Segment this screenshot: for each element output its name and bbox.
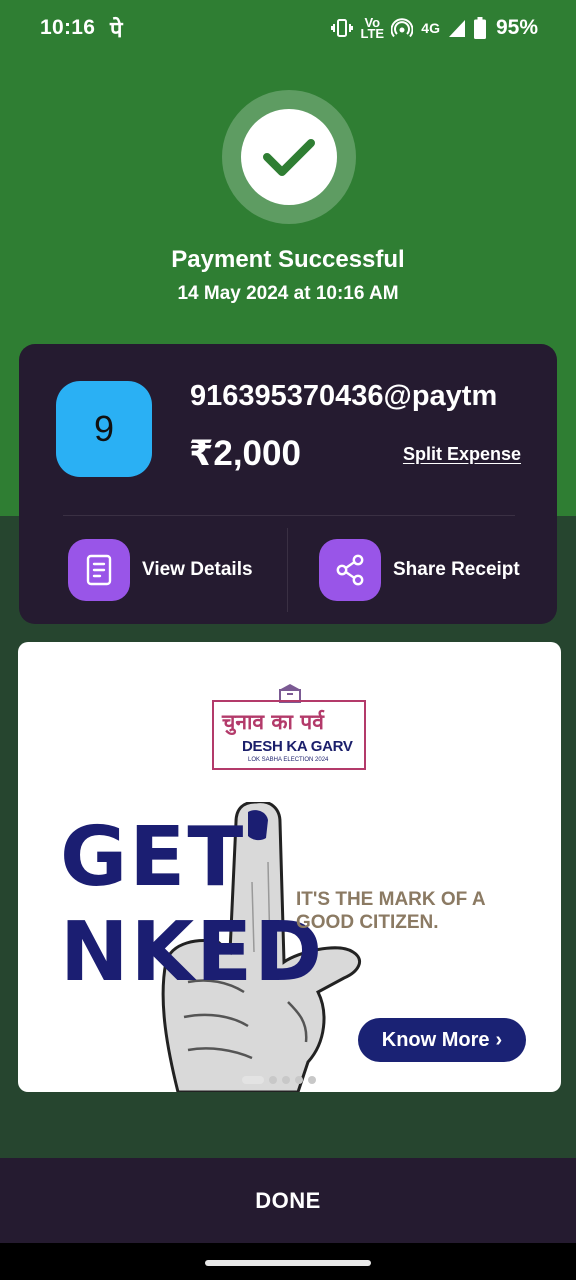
carousel-indicator bbox=[242, 1076, 316, 1084]
signal-icon bbox=[448, 18, 466, 38]
chevron-right-icon: › bbox=[495, 1028, 503, 1051]
tagline-line-1: IT'S THE MARK OF A bbox=[296, 889, 486, 910]
payment-status-title: Payment Successful bbox=[171, 246, 405, 273]
carousel-dot[interactable] bbox=[308, 1076, 316, 1084]
share-receipt-button[interactable]: Share Receipt bbox=[319, 539, 520, 601]
payment-amount: ₹2,000 bbox=[189, 434, 301, 473]
network-type: 4G bbox=[421, 19, 440, 36]
election-logo: चुनाव का पर्व DESH KA GARV LOK SABHA ELE… bbox=[212, 700, 366, 770]
home-handle[interactable] bbox=[205, 1260, 371, 1266]
banner-tagline: IT'S THE MARK OF A GOOD CITIZEN. bbox=[296, 888, 516, 934]
vibrate-icon bbox=[331, 18, 354, 38]
hotspot-icon bbox=[391, 18, 414, 38]
done-label: DONE bbox=[255, 1187, 321, 1213]
logo-english-text: DESH KA GARV bbox=[242, 738, 353, 755]
payment-datetime: 14 May 2024 at 10:16 AM bbox=[177, 283, 399, 304]
know-more-button[interactable]: Know More › bbox=[358, 1018, 526, 1062]
promo-banner[interactable]: चुनाव का पर्व DESH KA GARV LOK SABHA ELE… bbox=[18, 642, 561, 1092]
card-vertical-divider bbox=[287, 528, 288, 612]
payee-avatar: 9 bbox=[56, 381, 152, 477]
logo-subtext: LOK SABHA ELECTION 2024 bbox=[248, 757, 329, 763]
success-badge bbox=[222, 90, 356, 224]
headline-get: GET bbox=[60, 810, 246, 905]
status-icons: Vo LTE 4G 95% bbox=[331, 14, 538, 42]
done-button[interactable]: DONE bbox=[0, 1158, 576, 1243]
know-more-label: Know More bbox=[381, 1028, 490, 1051]
share-icon bbox=[319, 539, 381, 601]
status-bar: 10:16 पे Vo LTE 4G 95% bbox=[0, 0, 576, 58]
status-app-glyph: पे bbox=[110, 18, 123, 43]
document-icon bbox=[68, 539, 130, 601]
battery-percent: 95% bbox=[495, 16, 538, 39]
payee-upi-id: 916395370436@paytm bbox=[190, 380, 498, 412]
carousel-dot[interactable] bbox=[282, 1076, 290, 1084]
share-receipt-label: Share Receipt bbox=[393, 559, 520, 580]
carousel-dot-active[interactable] bbox=[242, 1076, 264, 1084]
volte-icon: Vo LTE bbox=[360, 15, 385, 41]
carousel-dot[interactable] bbox=[269, 1076, 277, 1084]
tagline-line-2: GOOD CITIZEN. bbox=[296, 912, 439, 933]
gesture-nav-bar bbox=[0, 1243, 576, 1280]
split-expense-link[interactable]: Split Expense bbox=[403, 444, 521, 465]
checkmark-icon bbox=[241, 109, 337, 205]
status-time: 10:16 bbox=[40, 16, 96, 39]
carousel-dot[interactable] bbox=[295, 1076, 303, 1084]
battery-icon bbox=[473, 17, 486, 39]
view-details-button[interactable]: View Details bbox=[68, 539, 253, 601]
card-divider bbox=[63, 515, 515, 516]
headline-nked: NKED bbox=[60, 905, 325, 1000]
view-details-label: View Details bbox=[142, 559, 253, 580]
logo-hindi-text: चुनाव का पर्व bbox=[222, 710, 324, 734]
transaction-card: 9 916395370436@paytm ₹2,000 Split Expens… bbox=[19, 344, 557, 624]
